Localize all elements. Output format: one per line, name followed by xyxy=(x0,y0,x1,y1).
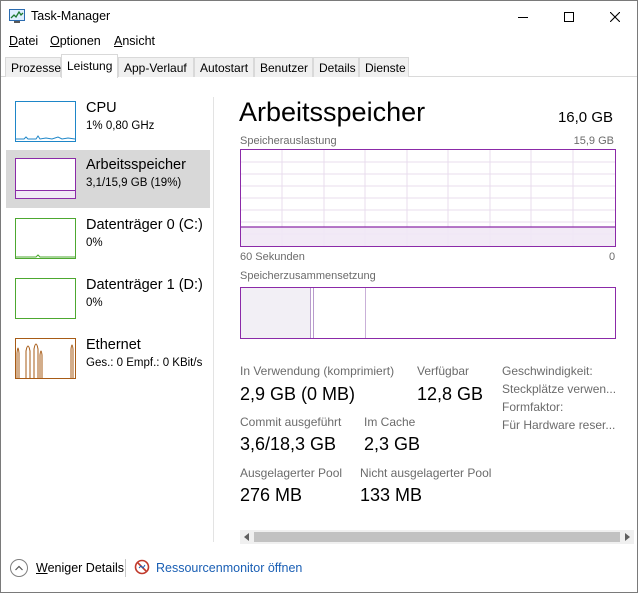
scrollbar-thumb[interactable] xyxy=(254,532,620,542)
resource-item-memory[interactable]: Arbeitsspeicher 3,1/15,9 GB (19%) xyxy=(6,150,210,208)
ethernet-thumbnail-graph xyxy=(15,338,76,379)
footer: Weniger Details Ressourcenmonitor öffnen xyxy=(1,551,637,593)
fewer-details-button[interactable]: Weniger Details xyxy=(36,561,124,575)
menu-optionen[interactable]: Optionen xyxy=(50,34,101,48)
resource-item-ethernet[interactable]: Ethernet Ges.: 0 Empf.: 0 KBit/s xyxy=(6,330,210,388)
memory-usage-area xyxy=(241,227,615,246)
task-manager-app-icon xyxy=(9,9,25,23)
resource-name: Datenträger 0 (C:) xyxy=(86,217,203,233)
axis-label-left: 60 Sekunden xyxy=(240,251,305,263)
tab-dienste[interactable]: Dienste xyxy=(359,57,409,77)
close-button[interactable] xyxy=(592,1,638,32)
total-memory: 16,0 GB xyxy=(557,109,613,126)
nonpaged-pool-value: 133 MB xyxy=(360,485,423,505)
in-use-label: In Verwendung (komprimiert) xyxy=(240,364,395,378)
composition-label: Speicherzusammensetzung xyxy=(240,270,376,282)
resource-name: Datenträger 1 (D:) xyxy=(86,277,203,293)
resource-value: 1% 0,80 GHz xyxy=(86,120,155,132)
axis-label-right: 0 xyxy=(609,251,616,263)
tab-leistung[interactable]: Leistung xyxy=(61,54,118,78)
resource-item-disk-0[interactable]: Datenträger 0 (C:) 0% xyxy=(6,210,210,268)
commit-label: Commit ausgeführt xyxy=(240,415,342,429)
available-value: 12,8 GB xyxy=(417,384,484,404)
resource-value: 0% xyxy=(86,297,103,309)
task-manager-window: Task-Manager Datei Optionen Ansicht Proz… xyxy=(0,0,638,593)
tab-details[interactable]: Details xyxy=(313,57,359,77)
composition-in-use xyxy=(241,288,311,338)
commit-value: 3,6/18,3 GB xyxy=(240,434,337,454)
tab-strip: Prozesse Leistung App-Verlauf Autostart … xyxy=(1,54,637,78)
window-title: Task-Manager xyxy=(31,9,111,23)
speed-label: Geschwindigkeit: xyxy=(502,364,593,378)
usage-graph-label: Speicherauslastung xyxy=(240,135,337,147)
memory-thumbnail-graph xyxy=(15,158,76,199)
chevron-up-icon xyxy=(15,565,23,571)
cache-label: Im Cache xyxy=(364,415,416,429)
scroll-left-arrow-icon[interactable] xyxy=(244,533,249,541)
paged-pool-value: 276 MB xyxy=(240,485,303,505)
memory-composition-bar xyxy=(240,287,616,339)
resource-item-disk-1[interactable]: Datenträger 1 (D:) 0% xyxy=(6,270,210,328)
tab-prozesse[interactable]: Prozesse xyxy=(5,57,61,77)
menu-datei[interactable]: Datei xyxy=(9,34,38,48)
maximize-button[interactable] xyxy=(546,1,592,32)
resource-value: 3,1/15,9 GB (19%) xyxy=(86,177,182,189)
fewer-details-toggle[interactable] xyxy=(10,559,28,577)
tab-benutzer[interactable]: Benutzer xyxy=(254,57,313,77)
resource-monitor-icon xyxy=(134,559,150,575)
resource-name: Arbeitsspeicher xyxy=(86,157,186,173)
composition-standby xyxy=(365,288,366,338)
horizontal-scrollbar[interactable] xyxy=(240,530,634,544)
memory-usage-graph xyxy=(240,149,616,247)
resource-value: 0% xyxy=(86,237,103,249)
disk-1-thumbnail-graph xyxy=(15,278,76,319)
resource-name: CPU xyxy=(86,100,117,116)
detail-title: Arbeitsspeicher xyxy=(239,97,426,127)
menu-ansicht[interactable]: Ansicht xyxy=(114,34,155,48)
available-label: Verfügbar xyxy=(417,364,470,378)
usage-graph-max: 15,9 GB xyxy=(573,135,614,147)
cache-value: 2,3 GB xyxy=(364,434,421,454)
form-factor-label: Formfaktor: xyxy=(502,400,564,414)
disk-0-thumbnail-graph xyxy=(15,218,76,259)
resource-list: CPU 1% 0,80 GHz Arbeitsspeicher 3,1/15,9… xyxy=(1,78,213,545)
paged-pool-label: Ausgelagerter Pool xyxy=(240,466,343,480)
hardware-reserved-label: Für Hardware reser... xyxy=(502,418,616,432)
menu-bar: Datei Optionen Ansicht xyxy=(1,33,637,51)
resource-item-cpu[interactable]: CPU 1% 0,80 GHz xyxy=(6,93,210,151)
panel-divider[interactable] xyxy=(213,97,214,542)
slots-label: Steckplätze verwen... xyxy=(502,382,617,396)
in-use-value: 2,9 GB (0 MB) xyxy=(240,384,356,404)
cpu-thumbnail-graph xyxy=(15,101,76,142)
scroll-right-arrow-icon[interactable] xyxy=(625,533,630,541)
open-resource-monitor-link[interactable]: Ressourcenmonitor öffnen xyxy=(156,561,302,575)
resource-value: Ges.: 0 Empf.: 0 KBit/s xyxy=(86,357,203,369)
composition-modified xyxy=(311,288,314,338)
footer-divider xyxy=(125,559,126,577)
tab-autostart[interactable]: Autostart xyxy=(194,57,254,77)
resource-name: Ethernet xyxy=(86,337,141,353)
tab-app-verlauf[interactable]: App-Verlauf xyxy=(118,57,194,77)
nonpaged-pool-label: Nicht ausgelagerter Pool xyxy=(360,466,492,480)
title-bar[interactable]: Task-Manager xyxy=(1,1,637,32)
minimize-button[interactable] xyxy=(500,1,546,32)
